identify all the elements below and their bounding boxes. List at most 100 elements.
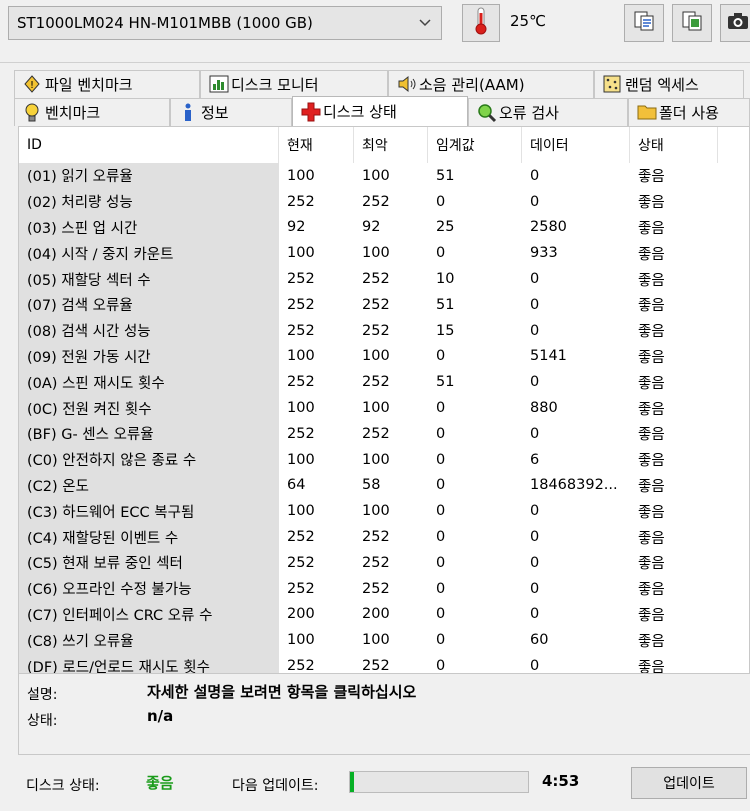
table-row[interactable]: (C2) 온도 64 58 0 18468392... 좋음	[19, 472, 749, 499]
row-data-cell: 880	[530, 400, 558, 417]
table-row[interactable]: (04) 시작 / 중지 카운트 100 100 0 933 좋음	[19, 240, 749, 267]
row-filler	[718, 524, 749, 550]
row-threshold-cell: 0	[436, 554, 446, 571]
row-current-cell: 252	[287, 425, 315, 442]
row-status-cell: 좋음	[638, 349, 665, 366]
status-area: 디스크 상태: 좋음 다음 업데이트: 4:53 업데이트	[18, 754, 750, 811]
thermometer-icon	[474, 7, 488, 39]
row-threshold-cell: 51	[436, 374, 455, 391]
tab-label: 벤치마크	[45, 104, 101, 122]
row-worst-cell: 252	[362, 529, 390, 546]
table-row[interactable]: (C3) 하드웨어 ECC 복구됨 100 100 0 0 좋음	[19, 498, 749, 525]
row-worst-cell: 252	[362, 322, 390, 339]
row-id-cell: (BF) G- 센스 오류율	[19, 420, 279, 447]
table-body: (01) 읽기 오류율 100 100 51 0 좋음 (02) 처리량 성능 252 252 0…	[19, 163, 749, 674]
tab-benchmark[interactable]: 벤치마크	[14, 98, 170, 126]
temperature-button[interactable]	[462, 4, 500, 42]
tab-noise-aam[interactable]: 소음 관리(AAM)	[388, 70, 594, 98]
description-label: 설명:	[27, 687, 58, 703]
row-data-cell: 0	[530, 554, 540, 571]
table-row[interactable]: (DF) 로드/언로드 재시도 횟수 252 252 0 0 좋음	[19, 653, 749, 674]
table-row[interactable]: (C8) 쓰기 오류율 100 100 0 60 좋음	[19, 627, 749, 654]
row-filler	[718, 189, 749, 215]
tab-info[interactable]: 정보	[170, 98, 292, 126]
col-header-filler	[718, 127, 749, 163]
chevron-down-icon[interactable]	[415, 13, 435, 33]
row-threshold-cell: 25	[436, 219, 455, 236]
table-row[interactable]: (C6) 오프라인 수정 불가능 252 252 0 0 좋음	[19, 575, 749, 602]
tab-random-access[interactable]: 랜덤 엑세스	[594, 70, 744, 98]
row-filler	[718, 653, 749, 673]
temperature-value: 25℃	[510, 12, 546, 30]
screenshot-button[interactable]	[720, 4, 750, 42]
row-id-cell: (09) 전원 가동 시간	[19, 343, 279, 370]
row-threshold-cell: 0	[436, 529, 446, 546]
table-row[interactable]: (C4) 재할당된 이벤트 수 252 252 0 0 좋음	[19, 524, 749, 550]
update-button[interactable]: 업데이트	[631, 767, 747, 799]
row-threshold-cell: 15	[436, 322, 455, 339]
tab-row-top: ! 파일 벤치마크 디스크 모니터 소음 관리(AAM) 랜덤 엑세스	[14, 70, 744, 98]
tab-disk-health[interactable]: 디스크 상태	[292, 96, 468, 126]
top-toolbar: ST1000LM024 HN-M101MBB (1000 GB) 25℃	[0, 0, 750, 62]
copy-all-button[interactable]	[672, 4, 712, 42]
row-status-cell: 좋음	[638, 195, 665, 212]
row-filler	[718, 344, 749, 370]
row-current-cell: 252	[287, 271, 315, 288]
table-row[interactable]: (03) 스핀 업 시간 92 92 25 2580 좋음	[19, 214, 749, 241]
col-header-status[interactable]: 상태	[630, 127, 718, 163]
row-status-cell: 좋음	[638, 633, 665, 650]
row-worst-cell: 252	[362, 193, 390, 210]
tab-label: 정보	[201, 104, 229, 122]
col-header-worst[interactable]: 최악	[354, 127, 428, 163]
row-threshold-cell: 0	[436, 245, 446, 262]
row-id-cell: (DF) 로드/언로드 재시도 횟수	[19, 653, 279, 673]
tab-disk-monitor[interactable]: 디스크 모니터	[200, 70, 388, 98]
table-row[interactable]: (BF) G- 센스 오류율 252 252 0 0 좋음	[19, 420, 749, 447]
row-data-cell: 933	[530, 245, 558, 262]
row-id-cell: (05) 재할당 섹터 수	[19, 266, 279, 292]
row-id-cell: (01) 읽기 오류율	[19, 163, 279, 189]
table-row[interactable]: (08) 검색 시간 성능 252 252 15 0 좋음	[19, 317, 749, 344]
description-area: 설명: 자세한 설명을 보려면 항목을 클릭하십시오 상태: n/a	[18, 674, 750, 754]
state-value: n/a	[147, 707, 174, 725]
tab-file-benchmark[interactable]: ! 파일 벤치마크	[14, 70, 200, 98]
table-row[interactable]: (09) 전원 가동 시간 100 100 0 5141 좋음	[19, 343, 749, 370]
row-worst-cell: 100	[362, 632, 390, 649]
drive-select[interactable]: ST1000LM024 HN-M101MBB (1000 GB)	[8, 6, 442, 40]
row-status-cell: 좋음	[638, 246, 665, 263]
col-header-id[interactable]: ID	[19, 127, 279, 163]
col-header-current[interactable]: 현재	[279, 127, 354, 163]
row-status-cell: 좋음	[638, 530, 665, 547]
table-row[interactable]: (07) 검색 오류율 252 252 51 0 좋음	[19, 291, 749, 318]
row-status-cell: 좋음	[638, 582, 665, 599]
row-data-cell: 0	[530, 271, 540, 288]
row-data-cell: 0	[530, 425, 540, 442]
table-row[interactable]: (0A) 스핀 재시도 횟수 252 252 51 0 좋음	[19, 369, 749, 396]
row-current-cell: 252	[287, 554, 315, 571]
row-threshold-cell: 0	[436, 658, 446, 674]
screenshot-icon	[726, 11, 750, 35]
row-threshold-cell: 0	[436, 477, 446, 494]
col-header-threshold[interactable]: 임계값	[428, 127, 522, 163]
tab-folder-usage[interactable]: 폴더 사용	[628, 98, 750, 126]
row-filler	[718, 318, 749, 344]
row-status-cell: 좋음	[638, 504, 665, 521]
row-filler	[718, 498, 749, 524]
row-data-cell: 18468392...	[530, 477, 618, 494]
row-current-cell: 252	[287, 296, 315, 313]
table-row[interactable]: (05) 재할당 섹터 수 252 252 10 0 좋음	[19, 266, 749, 292]
table-row[interactable]: (0C) 전원 켜진 횟수 100 100 0 880 좋음	[19, 395, 749, 421]
table-row[interactable]: (C0) 안전하지 않은 종료 수 100 100 0 6 좋음	[19, 446, 749, 473]
row-data-cell: 0	[530, 167, 540, 184]
table-row[interactable]: (C7) 인터페이스 CRC 오류 수 200 200 0 0 좋음	[19, 601, 749, 628]
table-row[interactable]: (01) 읽기 오류율 100 100 51 0 좋음	[19, 163, 749, 189]
table-row[interactable]: (02) 처리량 성능 252 252 0 0 좋음	[19, 188, 749, 215]
state-label: 상태:	[27, 713, 58, 729]
row-filler	[718, 369, 749, 395]
table-row[interactable]: (C5) 현재 보류 중인 섹터 252 252 0 0 좋음	[19, 549, 749, 576]
row-worst-cell: 100	[362, 245, 390, 262]
row-threshold-cell: 0	[436, 348, 446, 365]
tab-error-scan[interactable]: 오류 검사	[468, 98, 628, 126]
col-header-data[interactable]: 데이터	[522, 127, 630, 163]
copy-info-button[interactable]	[624, 4, 664, 42]
